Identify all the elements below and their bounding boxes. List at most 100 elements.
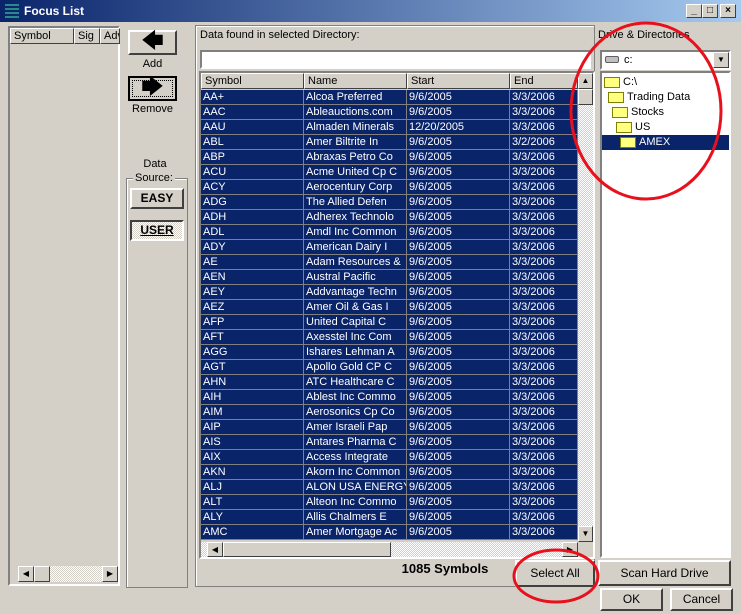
- table-row[interactable]: ABL Amer Biltrite In 9/6/2005 3/2/2006: [201, 135, 578, 150]
- cell-symbol: AFP: [201, 315, 304, 330]
- tree-item[interactable]: Trading Data: [608, 90, 690, 105]
- column-symbol[interactable]: Symbol: [201, 73, 304, 89]
- grid-vscrollbar[interactable]: ▲ ▼: [578, 73, 593, 542]
- column-symbol[interactable]: Symbol: [10, 28, 74, 44]
- cell-name: Aerosonics Cp Co: [304, 405, 407, 420]
- user-button[interactable]: USER: [130, 220, 184, 241]
- table-row[interactable]: AIX Access Integrate 9/6/2005 3/3/2006: [201, 450, 578, 465]
- table-row[interactable]: AAU Almaden Minerals 12/20/2005 3/3/2006: [201, 120, 578, 135]
- scroll-left-icon[interactable]: ◀: [207, 542, 223, 557]
- remove-button[interactable]: 🡆: [128, 76, 177, 101]
- focus-list-hscrollbar[interactable]: ◀ ▶: [18, 566, 118, 582]
- cell-name: Acme United Cp C: [304, 165, 407, 180]
- table-row[interactable]: AIS Antares Pharma C 9/6/2005 3/3/2006: [201, 435, 578, 450]
- cell-symbol: AIS: [201, 435, 304, 450]
- table-row[interactable]: AIP Amer Israeli Pap 9/6/2005 3/3/2006: [201, 420, 578, 435]
- minimize-button[interactable]: _: [686, 4, 702, 18]
- cell-end: 3/3/2006: [510, 180, 578, 195]
- drive-select[interactable]: c: ▼: [600, 50, 731, 70]
- table-row[interactable]: AAC Ableauctions.com 9/6/2005 3/3/2006: [201, 105, 578, 120]
- column-sig[interactable]: Sig: [74, 28, 100, 44]
- scroll-thumb[interactable]: [223, 542, 391, 557]
- table-row[interactable]: ABP Abraxas Petro Co 9/6/2005 3/3/2006: [201, 150, 578, 165]
- dropdown-arrow-icon[interactable]: ▼: [713, 52, 729, 68]
- table-row[interactable]: ALY Allis Chalmers E 9/6/2005 3/3/2006: [201, 510, 578, 525]
- table-row[interactable]: AIH Ablest Inc Commo 9/6/2005 3/3/2006: [201, 390, 578, 405]
- grid-hscrollbar[interactable]: ◀ ▶: [201, 542, 578, 557]
- scan-hard-drive-button[interactable]: Scan Hard Drive: [598, 560, 731, 586]
- cell-symbol: AA+: [201, 90, 304, 105]
- cell-symbol: AIX: [201, 450, 304, 465]
- tree-item[interactable]: Stocks: [612, 105, 664, 120]
- ok-button[interactable]: OK: [600, 588, 663, 611]
- table-row[interactable]: ACY Aerocentury Corp 9/6/2005 3/3/2006: [201, 180, 578, 195]
- table-row[interactable]: AGT Apollo Gold CP C 9/6/2005 3/3/2006: [201, 360, 578, 375]
- table-row[interactable]: AFP United Capital C 9/6/2005 3/3/2006: [201, 315, 578, 330]
- cell-symbol: ACY: [201, 180, 304, 195]
- data-source-label-2: Source:: [133, 172, 175, 184]
- tree-item[interactable]: AMEX: [602, 135, 729, 150]
- table-row[interactable]: AIM Aerosonics Cp Co 9/6/2005 3/3/2006: [201, 405, 578, 420]
- add-button[interactable]: 🡄: [128, 30, 177, 55]
- scroll-down-icon[interactable]: ▼: [578, 526, 593, 542]
- table-row[interactable]: ADY American Dairy I 9/6/2005 3/3/2006: [201, 240, 578, 255]
- column-start[interactable]: Start: [407, 73, 510, 89]
- maximize-button[interactable]: □: [702, 4, 718, 18]
- tree-item[interactable]: US: [616, 120, 650, 135]
- table-row[interactable]: ALJ ALON USA ENERGY 9/6/2005 3/3/2006: [201, 480, 578, 495]
- table-row[interactable]: ALT Alteon Inc Commo 9/6/2005 3/3/2006: [201, 495, 578, 510]
- cell-start: 9/6/2005: [407, 450, 510, 465]
- table-row[interactable]: AEN Austral Pacific 9/6/2005 3/3/2006: [201, 270, 578, 285]
- table-row[interactable]: AGG Ishares Lehman A 9/6/2005 3/3/2006: [201, 345, 578, 360]
- scroll-thumb[interactable]: [34, 566, 50, 582]
- cell-name: ALON USA ENERGY: [304, 480, 407, 495]
- cell-start: 9/6/2005: [407, 165, 510, 180]
- cell-symbol: ABP: [201, 150, 304, 165]
- table-row[interactable]: ADH Adherex Technolo 9/6/2005 3/3/2006: [201, 210, 578, 225]
- scroll-left-icon[interactable]: ◀: [18, 566, 34, 582]
- table-row[interactable]: AFT Axesstel Inc Com 9/6/2005 3/3/2006: [201, 330, 578, 345]
- scroll-right-icon[interactable]: ▶: [562, 542, 578, 557]
- cell-end: 3/3/2006: [510, 270, 578, 285]
- table-row[interactable]: AA+ Alcoa Preferred 9/6/2005 3/3/2006: [201, 90, 578, 105]
- tree-item[interactable]: C:\: [604, 75, 637, 90]
- table-row[interactable]: AMC Amer Mortgage Ac 9/6/2005 3/3/2006: [201, 525, 578, 540]
- directory-tree[interactable]: C:\ Trading Data Stocks US AMEX: [600, 71, 731, 558]
- data-panel-label: Data found in selected Directory:: [200, 29, 360, 41]
- folder-icon: [608, 91, 624, 103]
- scroll-right-icon[interactable]: ▶: [102, 566, 118, 582]
- table-row[interactable]: ADG The Allied Defen 9/6/2005 3/3/2006: [201, 195, 578, 210]
- filter-input[interactable]: [200, 50, 591, 69]
- symbols-grid[interactable]: Symbol Name Start End AA+ Alcoa Preferred…: [199, 71, 595, 559]
- cell-end: 3/3/2006: [510, 360, 578, 375]
- column-end[interactable]: End: [510, 73, 578, 89]
- table-row[interactable]: AKN Akorn Inc Common 9/6/2005 3/3/2006: [201, 465, 578, 480]
- table-row[interactable]: AEZ Amer Oil & Gas I 9/6/2005 3/3/2006: [201, 300, 578, 315]
- table-row[interactable]: AE Adam Resources & 9/6/2005 3/3/2006: [201, 255, 578, 270]
- cell-name: Alcoa Preferred: [304, 90, 407, 105]
- cell-start: 9/6/2005: [407, 315, 510, 330]
- easy-button[interactable]: EASY: [130, 188, 184, 209]
- table-row[interactable]: ADL Amdl Inc Common 9/6/2005 3/3/2006: [201, 225, 578, 240]
- tree-item-label: C:\: [623, 76, 638, 88]
- cell-start: 9/6/2005: [407, 345, 510, 360]
- cell-start: 9/6/2005: [407, 270, 510, 285]
- cancel-button[interactable]: Cancel: [670, 588, 733, 611]
- table-row[interactable]: ACU Acme United Cp C 9/6/2005 3/3/2006: [201, 165, 578, 180]
- scroll-thumb[interactable]: [578, 89, 593, 105]
- close-button[interactable]: ×: [720, 4, 736, 18]
- drive-icon: [605, 56, 619, 63]
- focus-list[interactable]: Symbol Sig Adv ◀ ▶: [8, 26, 120, 586]
- cell-name: Alteon Inc Commo: [304, 495, 407, 510]
- table-row[interactable]: AEY Addvantage Techn 9/6/2005 3/3/2006: [201, 285, 578, 300]
- select-all-button[interactable]: Select All: [515, 560, 595, 587]
- table-row[interactable]: AHN ATC Healthcare C 9/6/2005 3/3/2006: [201, 375, 578, 390]
- scroll-up-icon[interactable]: ▲: [578, 73, 593, 89]
- cell-start: 9/6/2005: [407, 300, 510, 315]
- cell-start: 9/6/2005: [407, 285, 510, 300]
- cell-start: 9/6/2005: [407, 210, 510, 225]
- cell-end: 3/3/2006: [510, 390, 578, 405]
- column-adv[interactable]: Adv: [100, 28, 120, 44]
- column-name[interactable]: Name: [304, 73, 407, 89]
- cell-start: 9/6/2005: [407, 90, 510, 105]
